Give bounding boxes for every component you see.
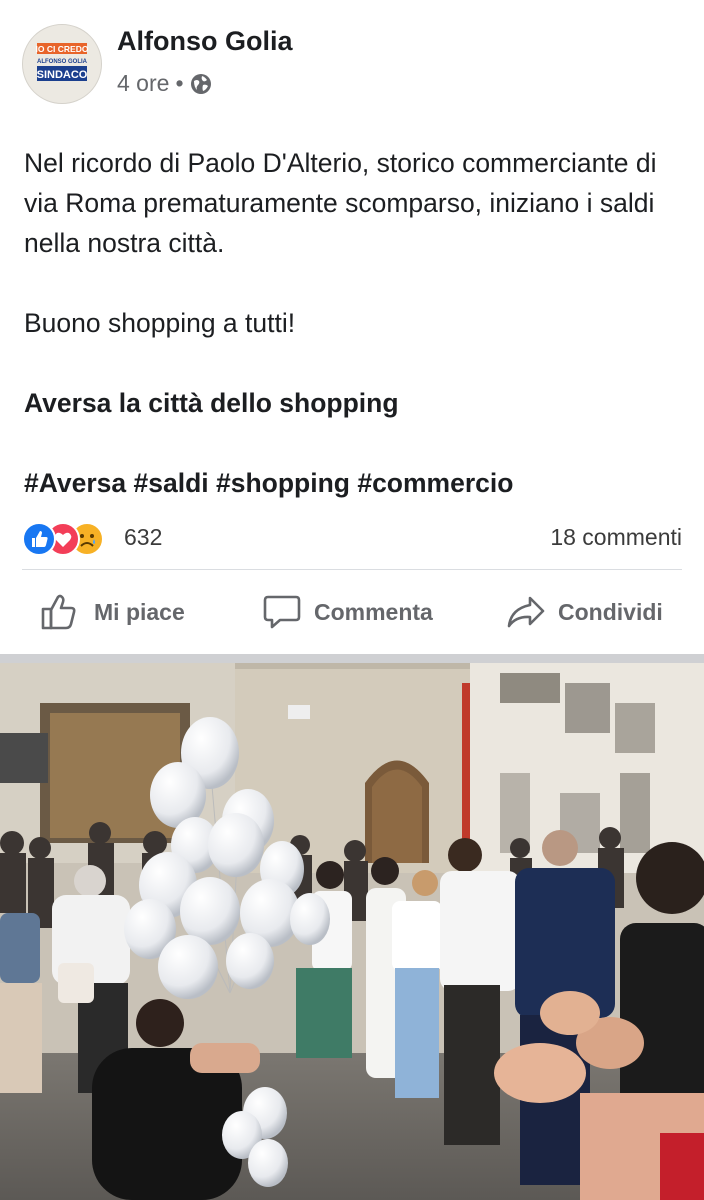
post-paragraph-1: Nel ricordo di Paolo D'Alterio, storico … [24, 148, 657, 258]
reaction-icons[interactable] [22, 522, 122, 556]
post-header: IO CI CREDO ALFONSO GOLIA SINDACO Alfons… [0, 0, 704, 120]
share-icon [507, 596, 545, 628]
feed-separator [0, 654, 704, 663]
post-time[interactable]: 4 ore [117, 70, 169, 97]
comment-icon [263, 595, 301, 629]
avatar[interactable]: IO CI CREDO ALFONSO GOLIA SINDACO [22, 24, 102, 104]
share-label: Condividi [558, 598, 663, 625]
comment-label: Commenta [314, 598, 433, 625]
avatar-line2: ALFONSO GOLIA [37, 59, 88, 65]
author-name[interactable]: Alfonso Golia [117, 26, 293, 57]
action-bar: Mi piace Commenta Condividi [0, 584, 704, 640]
like-button[interactable]: Mi piace [40, 592, 185, 632]
post-hashtags[interactable]: #Aversa #saldi #shopping #commercio [24, 463, 684, 503]
like-icon [22, 522, 56, 556]
thumbs-up-icon [41, 594, 76, 630]
comment-button[interactable]: Commenta [262, 592, 433, 632]
post-photo[interactable] [0, 663, 704, 1200]
reactions-bar[interactable]: 632 18 commenti [22, 520, 682, 556]
campaign-logo: IO CI CREDO ALFONSO GOLIA SINDACO [23, 25, 101, 103]
post-paragraph-3: Aversa la città dello shopping [24, 388, 399, 418]
meta-separator: • [175, 70, 184, 96]
post-meta: 4 ore • [117, 70, 212, 97]
globe-icon [190, 73, 212, 95]
reaction-count[interactable]: 632 [124, 524, 162, 551]
divider [22, 569, 682, 570]
share-button[interactable]: Condividi [506, 592, 663, 632]
like-label: Mi piace [94, 598, 185, 625]
comments-count[interactable]: 18 commenti [550, 524, 682, 551]
avatar-line1: IO CI CREDO [36, 44, 89, 54]
post-text: Nel ricordo di Paolo D'Alterio, storico … [24, 143, 684, 503]
post-paragraph-2: Buono shopping a tutti! [24, 308, 296, 338]
crowd-balloons-image [0, 663, 704, 1200]
avatar-line3: SINDACO [37, 69, 88, 81]
